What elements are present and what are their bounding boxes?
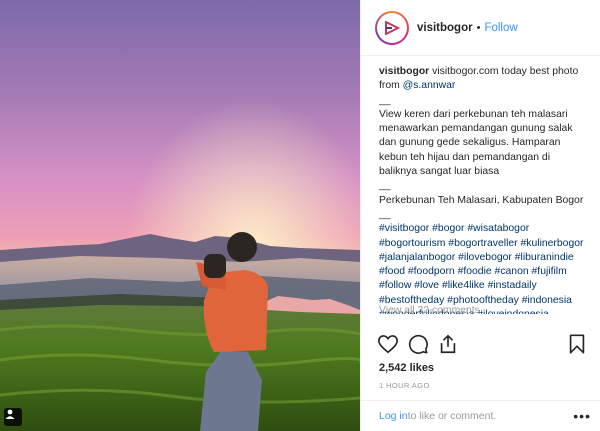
caption-location: Perkebunan Teh Malasari, Kabupaten Bogor bbox=[379, 194, 584, 206]
caption: visitbogor visitbogor.com today best pho… bbox=[361, 56, 600, 314]
landscape-photo bbox=[0, 0, 360, 431]
post-timestamp[interactable]: 1 HOUR AGO bbox=[379, 381, 430, 390]
view-all-comments-link[interactable]: View all 32 comments bbox=[379, 304, 480, 314]
bookmark-icon[interactable] bbox=[566, 333, 588, 355]
comment-prompt-text: to like or comment. bbox=[407, 410, 497, 422]
post-photo[interactable] bbox=[0, 0, 360, 431]
caption-separator-3: __ bbox=[379, 208, 391, 220]
header-separator: • bbox=[476, 21, 481, 34]
comment-icon[interactable] bbox=[407, 333, 429, 355]
action-bar bbox=[361, 333, 600, 359]
post-header: visitbogor • Follow bbox=[361, 0, 600, 56]
caption-username[interactable]: visitbogor bbox=[379, 66, 429, 77]
user-tag-icon[interactable] bbox=[4, 408, 22, 426]
post-panel: visitbogor • Follow visitbogor visitbogo… bbox=[360, 0, 600, 431]
login-link[interactable]: Log in bbox=[379, 410, 408, 422]
caption-description: View keren dari perkebunan teh malasari … bbox=[379, 108, 573, 178]
caption-separator-1: __ bbox=[379, 94, 391, 106]
avatar[interactable] bbox=[375, 10, 409, 45]
visitbogor-logo-icon bbox=[377, 12, 407, 43]
caption-separator-2: __ bbox=[379, 180, 391, 192]
like-count[interactable]: 2,542 likes bbox=[379, 362, 434, 374]
caption-mention[interactable]: @s.annwar bbox=[403, 80, 456, 91]
follow-button[interactable]: Follow bbox=[484, 22, 517, 34]
more-options-icon[interactable]: ••• bbox=[573, 408, 591, 424]
caption-hashtags[interactable]: #visitbogor #bogor #wisatabogor #bogorto… bbox=[379, 222, 590, 314]
instagram-post: visitbogor • Follow visitbogor visitbogo… bbox=[0, 0, 600, 431]
header-username[interactable]: visitbogor bbox=[417, 22, 473, 34]
heart-icon[interactable] bbox=[377, 333, 399, 355]
comment-prompt: Log in to like or comment. ••• bbox=[361, 400, 600, 431]
share-icon[interactable] bbox=[437, 333, 459, 355]
